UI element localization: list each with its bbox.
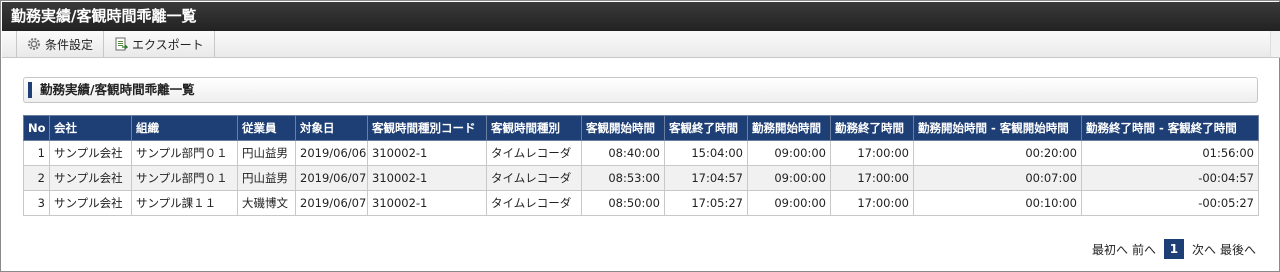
cell-employee: 大磯博文	[237, 190, 296, 216]
section-header: 勤務実績/客観時間乖離一覧	[23, 77, 1258, 103]
window-title: 勤務実績/客観時間乖離一覧	[2, 2, 1280, 31]
cell-objective-end: 17:05:27	[664, 190, 748, 216]
cell-target-date: 2019/06/07	[295, 165, 368, 191]
column-header-employee[interactable]: 従業員	[237, 115, 296, 141]
cell-work-end: 17:00:00	[830, 190, 914, 216]
cell-organization: サンプル課１１	[131, 190, 238, 216]
column-header-work-end[interactable]: 勤務終了時間	[830, 115, 914, 141]
cell-start-diff: 00:07:00	[913, 165, 1082, 191]
gear-icon	[27, 37, 41, 51]
pager-prev-link[interactable]: 前へ	[1132, 241, 1156, 258]
cell-work-start: 09:00:00	[747, 190, 831, 216]
cell-work-start: 09:00:00	[747, 165, 831, 191]
cell-objective-end: 17:04:57	[664, 165, 748, 191]
column-header-start-diff[interactable]: 勤務開始時間 - 客観開始時間	[913, 115, 1082, 141]
condition-settings-label: 条件設定	[45, 37, 94, 52]
column-header-target-date[interactable]: 対象日	[295, 115, 368, 141]
cell-objective-start: 08:40:00	[581, 140, 665, 166]
pager-current-page[interactable]: 1	[1163, 239, 1184, 259]
cell-end-diff: -00:04:57	[1081, 165, 1259, 191]
cell-objective-type-code: 310002-1	[367, 165, 487, 191]
column-header-objective-type-code[interactable]: 客観時間種別コード	[367, 115, 487, 141]
toolbar: 条件設定 エクスポート	[2, 31, 1280, 58]
column-header-company[interactable]: 会社	[49, 115, 132, 141]
toolbar-scrollbar[interactable]	[1270, 31, 1280, 57]
column-header-objective-end[interactable]: 客観終了時間	[664, 115, 748, 141]
cell-objective-end: 15:04:00	[664, 140, 748, 166]
cell-company: サンプル会社	[49, 140, 132, 166]
pager-last-link[interactable]: 最後へ	[1220, 241, 1256, 258]
main-content: 勤務実績/客観時間乖離一覧 No 会社 組織 従業員 対象日 客観時間種別コード…	[23, 77, 1259, 216]
cell-end-diff: -00:05:27	[1081, 190, 1259, 216]
cell-objective-type-code: 310002-1	[367, 140, 487, 166]
export-document-icon	[114, 37, 129, 51]
export-button[interactable]: エクスポート	[104, 31, 215, 57]
section-accent-bar	[28, 82, 32, 98]
cell-objective-start: 08:50:00	[581, 190, 665, 216]
cell-objective-type-code: 310002-1	[367, 190, 487, 216]
cell-target-date: 2019/06/07	[295, 190, 368, 216]
cell-objective-type: タイムレコーダ	[486, 140, 582, 166]
condition-settings-button[interactable]: 条件設定	[16, 31, 105, 57]
cell-work-end: 17:00:00	[830, 140, 914, 166]
export-label: エクスポート	[132, 37, 204, 52]
cell-start-diff: 00:20:00	[913, 140, 1082, 166]
cell-employee: 円山益男	[237, 140, 296, 166]
result-table: No 会社 組織 従業員 対象日 客観時間種別コード 客観時間種別 客観開始時間…	[23, 115, 1259, 216]
pager-next-link[interactable]: 次へ	[1192, 241, 1216, 258]
pager-first-link[interactable]: 最初へ	[1092, 241, 1128, 258]
cell-company: サンプル会社	[49, 165, 132, 191]
cell-objective-start: 08:53:00	[581, 165, 665, 191]
cell-no: 3	[23, 190, 50, 216]
column-header-end-diff[interactable]: 勤務終了時間 - 客観終了時間	[1081, 115, 1259, 141]
cell-start-diff: 00:10:00	[913, 190, 1082, 216]
cell-target-date: 2019/06/06	[295, 140, 368, 166]
table-row[interactable]: 2 サンプル会社 サンプル部門０１ 円山益男 2019/06/07 310002…	[23, 165, 1259, 191]
cell-organization: サンプル部門０１	[131, 165, 238, 191]
column-header-objective-type[interactable]: 客観時間種別	[486, 115, 582, 141]
cell-end-diff: 01:56:00	[1081, 140, 1259, 166]
cell-company: サンプル会社	[49, 190, 132, 216]
column-header-objective-start[interactable]: 客観開始時間	[581, 115, 665, 141]
cell-organization: サンプル部門０１	[131, 140, 238, 166]
table-header-row: No 会社 組織 従業員 対象日 客観時間種別コード 客観時間種別 客観開始時間…	[23, 115, 1259, 141]
cell-no: 2	[23, 165, 50, 191]
cell-work-start: 09:00:00	[747, 140, 831, 166]
cell-objective-type: タイムレコーダ	[486, 165, 582, 191]
column-header-no[interactable]: No	[23, 115, 50, 141]
window-frame: 勤務実績/客観時間乖離一覧 条件設定 エクスポート 勤務実績/客観時間乖離一覧 …	[0, 0, 1280, 272]
pagination: 最初へ 前へ 1 次へ 最後へ	[1092, 239, 1256, 259]
table-row[interactable]: 3 サンプル会社 サンプル課１１ 大磯博文 2019/06/07 310002-…	[23, 190, 1259, 216]
cell-no: 1	[23, 140, 50, 166]
table-row[interactable]: 1 サンプル会社 サンプル部門０１ 円山益男 2019/06/06 310002…	[23, 140, 1259, 166]
cell-objective-type: タイムレコーダ	[486, 190, 582, 216]
cell-employee: 円山益男	[237, 165, 296, 191]
column-header-work-start[interactable]: 勤務開始時間	[747, 115, 831, 141]
column-header-organization[interactable]: 組織	[131, 115, 238, 141]
section-title: 勤務実績/客観時間乖離一覧	[40, 82, 195, 97]
cell-work-end: 17:00:00	[830, 165, 914, 191]
